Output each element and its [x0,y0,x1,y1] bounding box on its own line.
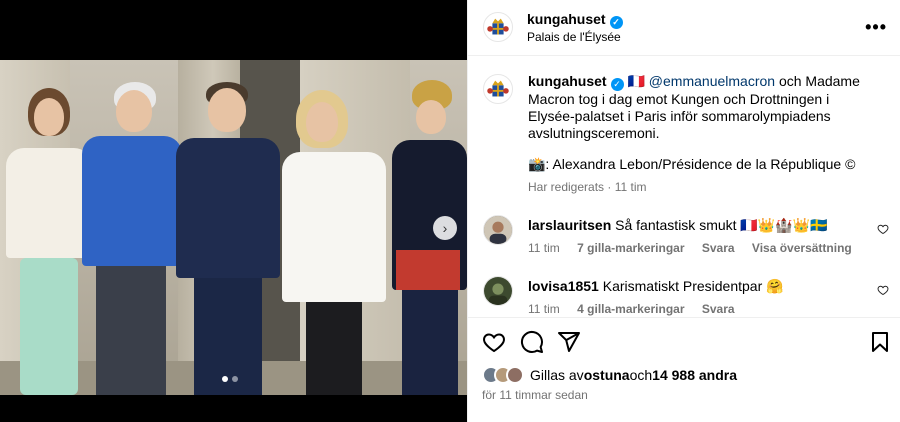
heart-outline-icon[interactable] [877,223,889,235]
post-location[interactable]: Palais de l'Élysée [527,30,621,44]
person-queen [6,88,92,395]
liker-username[interactable]: ostuna [584,367,630,383]
likes-summary[interactable]: Gillas av ostuna och 14 988 andra [482,366,737,384]
author-avatar[interactable] [483,12,513,42]
translate-button[interactable]: Visa översättning [752,241,852,255]
commenter-avatar[interactable] [483,276,513,306]
username-text[interactable]: kungahuset [527,11,606,27]
likes-middle: och [629,367,653,383]
post-sidebar: kungahuset ✓ Palais de l'Élysée ••• kunga… [467,0,900,422]
commenter-avatar[interactable] [483,215,513,245]
heart-outline-icon[interactable] [877,284,889,296]
reply-button[interactable]: Svara [702,302,735,316]
comment-meta: 11 tim 7 gilla-markeringar Svara Visa öv… [528,241,866,255]
next-photo-button[interactable]: › [433,216,457,240]
carousel-dot [232,376,238,382]
caption-author-avatar[interactable] [483,74,513,104]
action-bar [468,317,900,369]
photo-credit: 📸: Alexandra Lebon/Présidence de la Répu… [528,156,856,172]
comment-age[interactable]: 11 tim [528,302,560,316]
caption-age[interactable]: 11 tim [615,180,647,194]
caption-text: kungahuset ✓ 🇫🇷 @emmanuelmacron och Madam… [528,73,873,142]
user-photo-icon [484,216,512,244]
likes-prefix: Gillas av [530,367,584,383]
comment-line: larslauritsen Så fantastisk smukt 🇫🇷👑🏰👑🇸… [528,217,828,234]
comment-age[interactable]: 11 tim [528,241,560,255]
carousel-dot-active [222,376,228,382]
person-president [176,82,280,395]
more-horizontal-icon: ••• [865,17,887,37]
likes-count[interactable]: 14 988 andra [652,367,737,383]
flag-france-icon: 🇫🇷 [627,73,645,89]
post-header: kungahuset ✓ Palais de l'Élysée ••• [468,0,900,56]
comment-text: Karismatiskt Presidentpar 🤗 [602,278,784,294]
commenter-username[interactable]: lovisa1851 [528,278,599,294]
liker-avatars [482,366,524,384]
comment-line: lovisa1851 Karismatiskt Presidentpar 🤗 [528,278,784,295]
comment-text: Så fantastisk smukt 🇫🇷👑🏰👑🇸🇪 [615,217,828,233]
carousel-indicator [222,376,238,382]
verified-badge-icon: ✓ [610,78,624,91]
reply-button[interactable]: Svara [702,241,735,255]
edited-label: Har redigerats [528,180,605,194]
comment-likes[interactable]: 7 gilla-markeringar [577,241,684,255]
user-photo-icon [484,277,512,305]
caption-username[interactable]: kungahuset [528,73,607,89]
royal-crest-icon [487,80,509,97]
bookmark-icon[interactable] [868,330,892,354]
post-timestamp[interactable]: för 11 timmar sedan [482,388,588,402]
person-first-lady [282,90,386,395]
more-options-button[interactable]: ••• [865,17,887,38]
chevron-right-icon: › [442,220,448,236]
commenter-username[interactable]: larslauritsen [528,217,611,233]
post-photo [0,60,467,395]
comment-meta: 11 tim 4 gilla-markeringar Svara [528,302,749,316]
liker-avatar [506,366,524,384]
post-media[interactable]: › [0,0,467,422]
comment-item: larslauritsen Så fantastisk smukt 🇫🇷👑🏰👑🇸… [468,215,900,267]
comment-bubble-icon[interactable] [520,330,544,354]
comment-likes[interactable]: 4 gilla-markeringar [577,302,684,316]
royal-crest-icon [487,18,509,35]
person-king [82,82,182,395]
author-username[interactable]: kungahuset ✓ [527,11,623,29]
share-send-icon[interactable] [557,330,581,354]
mention-link[interactable]: @emmanuelmacron [649,73,775,89]
caption-meta: Har redigerats · 11 tim [528,180,647,194]
like-heart-icon[interactable] [482,330,506,354]
verified-badge-icon: ✓ [609,16,623,29]
